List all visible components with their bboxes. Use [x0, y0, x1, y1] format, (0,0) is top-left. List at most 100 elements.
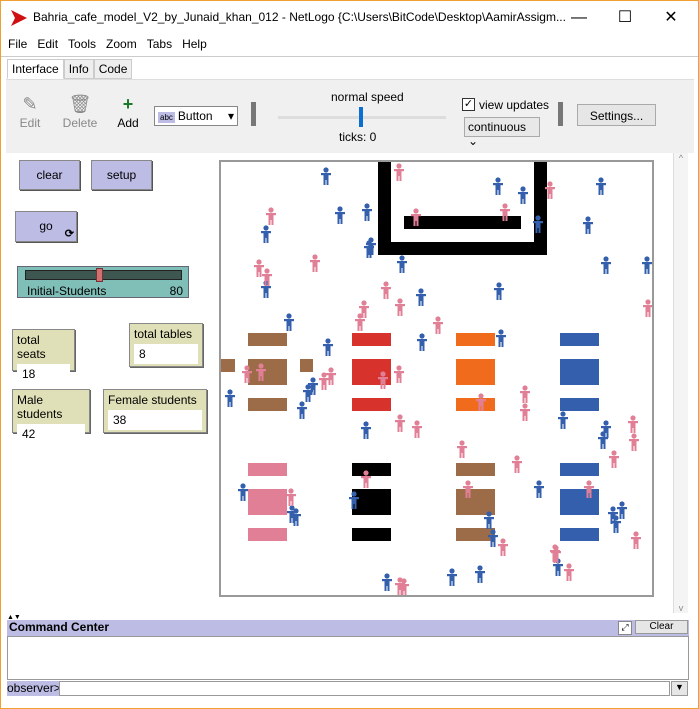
menu-bar: File Edit Tools Zoom Tabs Help — [1, 37, 210, 55]
menu-help[interactable]: Help — [182, 37, 207, 51]
chair — [560, 398, 599, 411]
female-student — [629, 433, 639, 451]
button-widget-icon: abc — [158, 112, 175, 123]
male-student — [558, 411, 568, 429]
pencil-icon: ✎ — [22, 94, 38, 114]
female-student — [628, 415, 638, 433]
world-view[interactable] — [219, 160, 654, 597]
male-student — [335, 206, 345, 224]
female-student — [412, 420, 422, 438]
settings-button[interactable]: Settings... — [577, 104, 656, 126]
male-student — [416, 288, 426, 306]
add-button[interactable]: + Add — [108, 94, 148, 130]
view-updates-label: view updates — [479, 98, 550, 112]
speed-slider-handle[interactable] — [359, 107, 363, 127]
dropdown-arrow-icon: ▾ — [227, 109, 234, 123]
male-student — [583, 216, 593, 234]
table — [248, 489, 287, 515]
male-student — [238, 483, 248, 501]
female-student — [266, 207, 276, 225]
male-students-monitor: Male students 42 — [12, 389, 90, 444]
chair — [248, 463, 287, 476]
male-student — [475, 565, 485, 583]
widget-type-select[interactable]: abc Button ▾ — [154, 106, 238, 126]
chair — [352, 463, 391, 476]
male-student — [493, 177, 503, 195]
view-updates-checkbox[interactable]: ✓ — [462, 98, 475, 111]
command-output — [7, 636, 689, 680]
counter-wall — [378, 242, 547, 255]
male-student — [617, 501, 627, 519]
table — [456, 359, 495, 385]
monitor-label: total tables — [134, 327, 193, 341]
go-button[interactable]: go ⟳ — [15, 211, 77, 242]
ticks-counter: ticks: 0 — [339, 130, 377, 144]
tab-info[interactable]: Info — [63, 59, 94, 79]
close-button[interactable]: ✕ — [648, 5, 694, 31]
female-student — [286, 488, 296, 506]
male-student — [361, 421, 371, 439]
edit-label: Edit — [19, 116, 41, 130]
command-history-dropdown[interactable]: ▼ — [671, 681, 688, 696]
interface-scrollbar[interactable]: ^ v — [673, 153, 688, 613]
go-label: go — [39, 219, 53, 233]
slider-handle[interactable] — [95, 268, 103, 282]
table — [456, 489, 495, 515]
slider-track[interactable] — [25, 270, 182, 280]
update-mode-select[interactable]: continuous ⌄ — [464, 117, 540, 148]
netlogo-window: Bahria_cafe_model_V2_by_Junaid_khan_012 … — [0, 0, 699, 709]
delete-button[interactable]: 🗑 Delete — [60, 94, 100, 130]
table — [352, 489, 391, 515]
expand-icon[interactable]: ⤢ — [618, 621, 632, 635]
female-student — [394, 365, 404, 383]
separator — [251, 102, 256, 126]
clear-button[interactable]: clear — [19, 160, 80, 190]
command-input[interactable] — [59, 681, 670, 696]
female-student — [395, 298, 405, 316]
update-mode-value: continuous — [468, 120, 527, 134]
female-student — [381, 281, 391, 299]
male-student — [382, 573, 392, 591]
minimize-button[interactable]: — — [556, 5, 602, 31]
chair — [560, 463, 599, 476]
male-student — [297, 401, 307, 419]
edit-button[interactable]: ✎ Edit — [10, 94, 50, 130]
male-student — [642, 256, 652, 274]
table — [560, 489, 599, 515]
widget-type-value: Button — [177, 109, 213, 123]
tab-code[interactable]: Code — [93, 59, 133, 79]
female-student — [498, 538, 508, 556]
female-student — [643, 299, 652, 317]
chair — [248, 528, 287, 541]
male-student — [397, 255, 407, 273]
delete-label: Delete — [62, 116, 98, 130]
chair — [456, 463, 495, 476]
female-student — [326, 367, 336, 385]
tab-bar: Interface Info Code — [7, 59, 133, 79]
female-student — [609, 450, 619, 468]
chair — [456, 398, 495, 411]
female-student — [520, 403, 530, 421]
table — [248, 359, 287, 385]
scroll-down-icon[interactable]: v — [674, 603, 688, 613]
male-student — [596, 177, 606, 195]
male-student — [225, 389, 235, 407]
scroll-up-icon[interactable]: ^ — [674, 153, 688, 163]
command-center-clear-button[interactable]: Clear — [635, 620, 688, 634]
menu-zoom[interactable]: Zoom — [106, 37, 137, 51]
female-student — [564, 563, 574, 581]
menu-tabs[interactable]: Tabs — [147, 37, 172, 51]
maximize-button[interactable]: ☐ — [602, 5, 648, 31]
menu-tools[interactable]: Tools — [68, 37, 96, 51]
male-student — [601, 256, 611, 274]
menu-edit[interactable]: Edit — [37, 37, 58, 51]
male-student — [496, 329, 506, 347]
setup-button[interactable]: setup — [91, 160, 152, 190]
initial-students-slider[interactable]: Initial-Students 80 — [17, 266, 189, 298]
observer-prompt[interactable]: observer> — [7, 681, 61, 696]
menu-file[interactable]: File — [8, 37, 27, 51]
male-student — [321, 167, 331, 185]
male-student — [362, 203, 372, 221]
plus-icon: + — [122, 94, 134, 114]
tab-interface[interactable]: Interface — [7, 59, 64, 79]
